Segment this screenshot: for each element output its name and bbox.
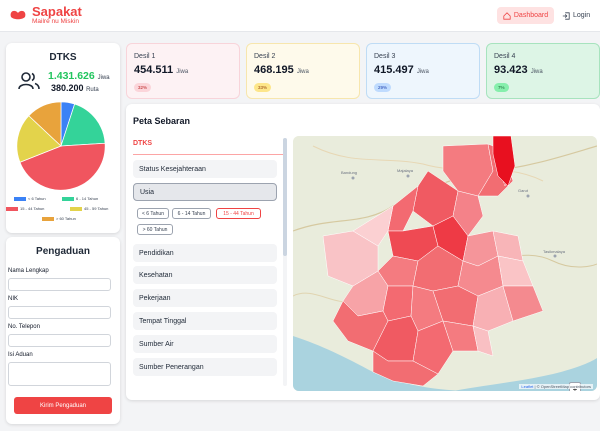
category-item[interactable]: Pekerjaan [133, 289, 277, 307]
logo-icon [10, 10, 26, 20]
peta-sebaran-title: Peta Sebaran [133, 116, 191, 126]
desil-label: Desil 2 [254, 53, 276, 60]
desil-label: Desil 1 [134, 53, 156, 60]
legend-item: 15 - 44 Tahun [6, 206, 44, 211]
desil-percent-badge: 33% [254, 83, 272, 92]
category-item[interactable]: Sumber Air [133, 335, 277, 353]
map-label-tasikmalaya: Tasikmalaya [543, 249, 566, 254]
age-filter-chip[interactable]: < 6 Tahun [137, 208, 169, 219]
no-telepon-label: No. Telepon [8, 324, 40, 330]
category-item[interactable]: Pendidikan [133, 244, 277, 262]
dashboard-nav-button[interactable]: Dashboard [497, 7, 554, 24]
nama-lengkap-field[interactable] [8, 278, 111, 291]
desil-card: Desil 4 93.423 Jiwa 7% [486, 43, 600, 99]
legend-swatch [62, 196, 74, 201]
desil-value: 468.195 Jiwa [254, 64, 309, 76]
legend-item: < 6 Tahun [14, 196, 46, 201]
legend-swatch [70, 206, 82, 211]
category-item[interactable]: Status Kesejahteraan [133, 160, 277, 178]
no-telepon-field[interactable] [8, 334, 111, 347]
category-item[interactable]: Kesehatan [133, 266, 277, 284]
legend-label: 15 - 44 Tahun [20, 206, 45, 211]
pengaduan-form-card: Pengaduan [6, 237, 120, 424]
choropleth-map[interactable]: Bandung Majalaya Garut Tasikmalaya + − L… [293, 136, 597, 391]
pengaduan-title: Pengaduan [36, 246, 90, 257]
legend-label: > 60 Tahun [56, 216, 76, 221]
home-icon [503, 11, 511, 20]
isi-aduan-textarea[interactable] [8, 362, 111, 386]
osm-attribution[interactable]: © OpenStreetMap contributors [537, 384, 591, 389]
top-navbar: Sapakat Mailré nu Miskin Dashboard Login [0, 0, 600, 32]
tab-dtks[interactable]: DTKS [133, 140, 152, 147]
legend-swatch [14, 196, 26, 201]
age-pie-chart [16, 101, 106, 191]
legend-label: 6 - 14 Tahun [76, 196, 99, 201]
login-label: Login [573, 12, 591, 19]
desil-percent-badge: 32% [134, 83, 152, 92]
age-filter-chip[interactable]: 6 - 14 Tahun [172, 208, 211, 219]
brand-subtitle: Mailré nu Miskin [32, 18, 79, 25]
map-label-majalaya: Majalaya [397, 168, 414, 173]
category-item[interactable]: Sumber Penerangan [133, 358, 277, 376]
map-canvas [293, 136, 597, 391]
tab-underline [133, 154, 283, 155]
legend-label: < 6 Tahun [28, 196, 46, 201]
category-item[interactable]: Usia [133, 183, 277, 201]
age-filter-chip[interactable]: > 60 Tahun [137, 224, 173, 235]
isi-aduan-label: Isi Aduan [8, 352, 33, 358]
leaflet-link[interactable]: Leaflet [521, 384, 533, 389]
legend-label: 45 - 59 Tahun [84, 206, 109, 211]
legend-item: > 60 Tahun [42, 216, 76, 221]
desil-label: Desil 3 [374, 53, 396, 60]
desil-card: Desil 1 454.511 Jiwa 32% [126, 43, 240, 99]
desil-card: Desil 2 468.195 Jiwa 33% [246, 43, 360, 99]
map-attribution: Leaflet | © OpenStreetMap contributors [519, 384, 593, 389]
age-filter-chip[interactable]: 15 - 44 Tahun [216, 208, 261, 219]
dtks-title: DTKS [49, 52, 77, 63]
desil-value: 454.511 Jiwa [134, 64, 189, 76]
nik-field[interactable] [8, 306, 111, 319]
legend-swatch [6, 206, 18, 211]
dtks-jiwa-count: 1.431.626 Jiwa [48, 70, 110, 82]
kirim-pengaduan-button[interactable]: Kirim Pengaduan [14, 397, 112, 414]
legend-item: 45 - 59 Tahun [70, 206, 108, 211]
people-icon [18, 72, 40, 90]
nama-lengkap-label: Nama Lengkap [8, 268, 49, 274]
map-label-garut: Garut [518, 188, 529, 193]
category-scrollbar-thumb[interactable] [283, 138, 287, 256]
dashboard-label: Dashboard [513, 12, 549, 19]
desil-percent-badge: 29% [374, 83, 392, 92]
brand-title: Sapakat [32, 4, 82, 19]
nik-label: NIK [8, 296, 19, 302]
desil-value: 93.423 Jiwa [494, 64, 543, 76]
login-nav-button[interactable]: Login [562, 7, 596, 24]
desil-card: Desil 3 415.497 Jiwa 29% [366, 43, 480, 99]
peta-sebaran-card: Peta Sebaran DTKS Status Kesejahteraan Us… [126, 104, 600, 400]
category-item[interactable]: Tempat Tinggal [133, 312, 277, 330]
desil-percent-badge: 7% [494, 83, 509, 92]
dtks-ruta-count: 380.200 Ruta [51, 83, 99, 93]
desil-label: Desil 4 [494, 53, 516, 60]
legend-item: 6 - 14 Tahun [62, 196, 98, 201]
legend-swatch [42, 216, 54, 221]
map-label-bandung: Bandung [341, 170, 358, 175]
login-icon [562, 11, 570, 20]
desil-value: 415.497 Jiwa [374, 64, 429, 76]
